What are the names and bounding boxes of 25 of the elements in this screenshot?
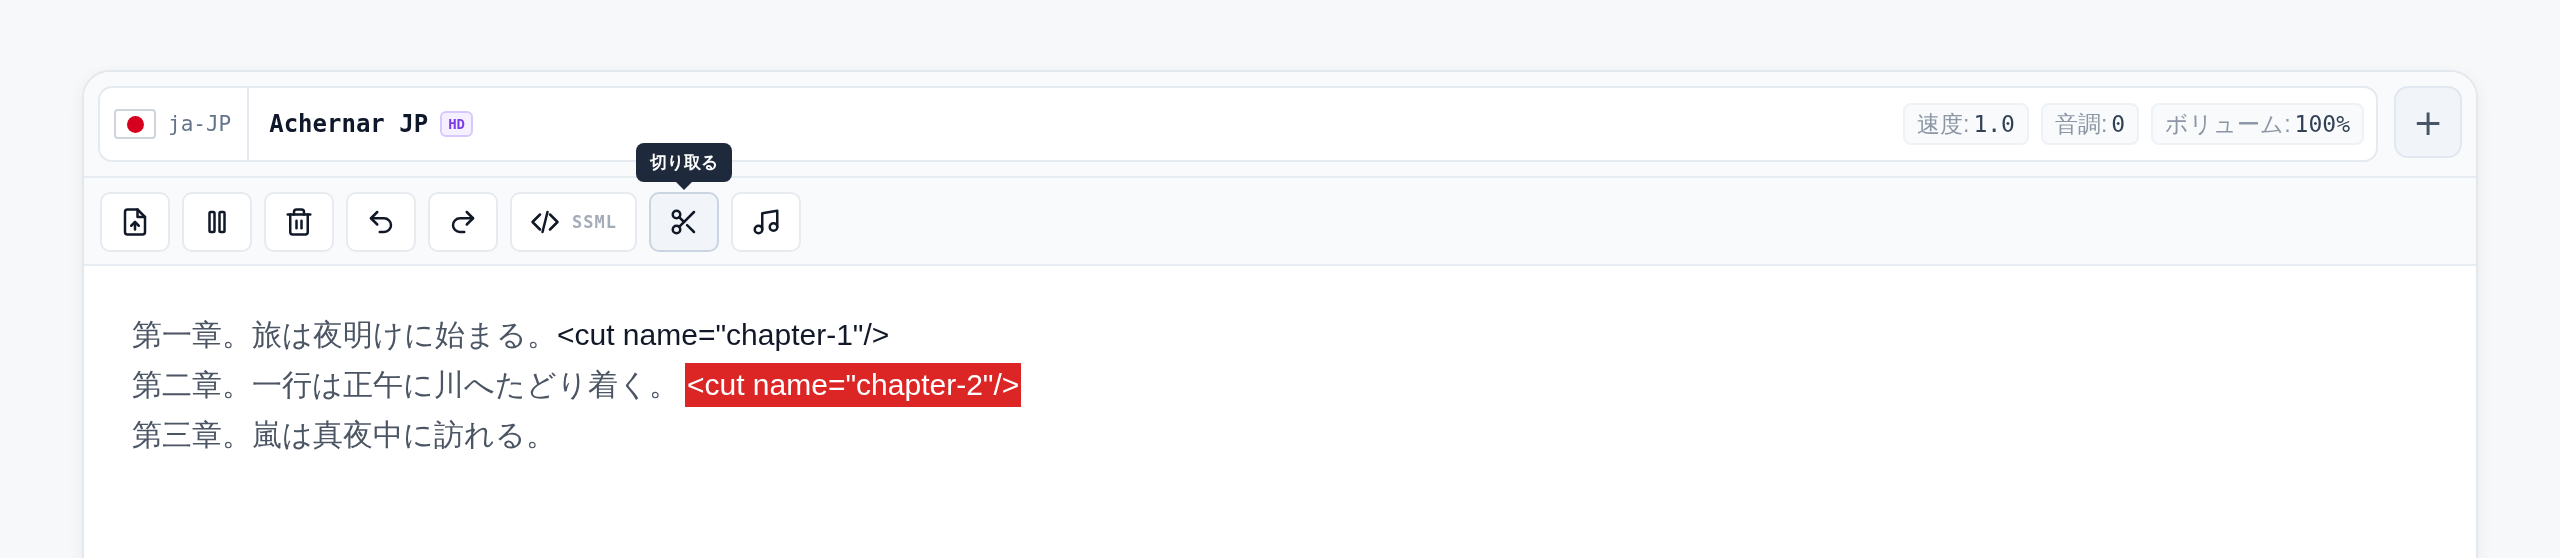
setting-label: 音調: — [2054, 109, 2108, 139]
setting-label: 速度: — [1917, 109, 1970, 139]
quality-badge: HD — [440, 111, 474, 137]
trash-tool-button[interactable] — [264, 192, 334, 252]
upload-tool-button[interactable] — [100, 192, 170, 252]
add-button[interactable]: + — [2394, 86, 2462, 158]
setting-value: 1.0 — [1973, 111, 2015, 137]
cut-tag: <cut name="chapter-2"/> — [685, 363, 1022, 407]
trash-icon — [284, 207, 314, 237]
music-notes-icon — [750, 207, 781, 237]
script-text: 第二章。一行は正午に川へたどり着く。 — [132, 367, 679, 403]
music-tool-button[interactable] — [730, 192, 801, 252]
setting-value: 100% — [2294, 111, 2350, 137]
script-text: 第一章。旅は夜明けに始まる。 — [132, 317, 557, 353]
setting-label: ボリューム: — [2165, 109, 2291, 139]
undo-tool-button[interactable] — [346, 192, 416, 252]
pause-tool-button[interactable] — [182, 192, 252, 252]
voice-name: Achernar JP — [269, 110, 429, 138]
cut-tag: <cut name="chapter-1"/> — [557, 310, 890, 360]
setting-value: 0 — [2111, 111, 2126, 137]
redo-tool-button[interactable] — [428, 192, 498, 252]
locale-label: ja-JP — [168, 112, 232, 136]
tooltip: 切り取る — [635, 143, 732, 190]
script-text: 第三章。嵐は真夜中に訪れる。 — [132, 417, 556, 453]
japan-flag-icon — [114, 109, 156, 139]
